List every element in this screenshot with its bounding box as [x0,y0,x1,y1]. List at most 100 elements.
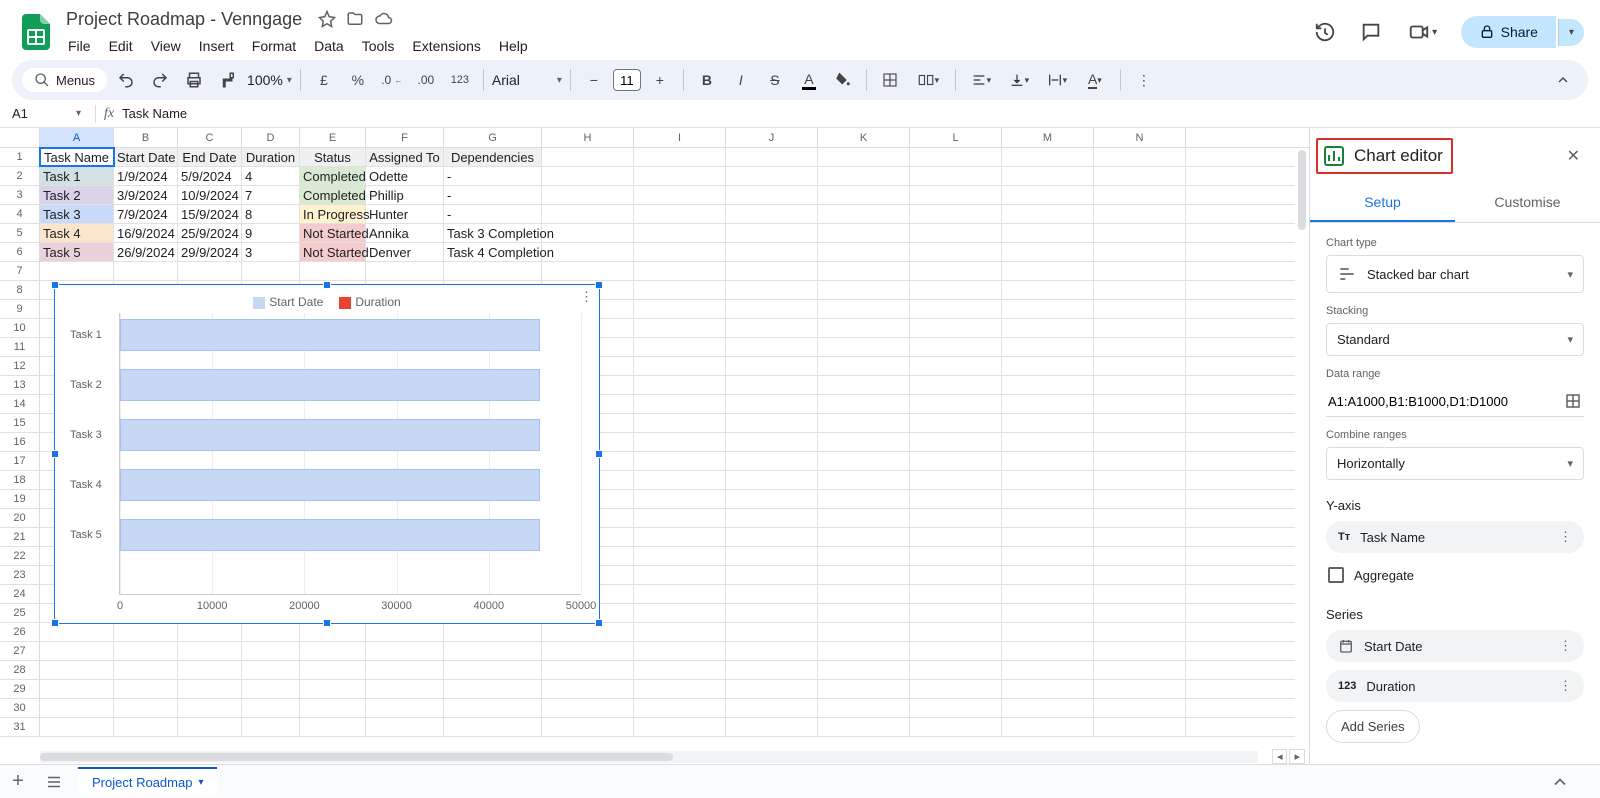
stacking-select[interactable]: Standard▾ [1326,323,1584,356]
name-box[interactable]: A1 [8,104,70,123]
formula-bar[interactable]: Task Name [122,106,187,121]
search-menus[interactable]: Menus [22,68,107,92]
cell-task[interactable]: Task 4 [40,224,114,242]
col-header[interactable]: A [40,128,114,147]
header-cell[interactable]: Assigned To [366,148,444,166]
menu-data[interactable]: Data [306,34,352,58]
yaxis-more-icon[interactable]: ⋮ [1559,529,1572,545]
col-header[interactable]: D [242,128,300,147]
more-formats-button[interactable]: 123 [445,66,475,94]
sheets-logo[interactable] [16,12,56,52]
row-header[interactable]: 11 [0,338,40,356]
increase-font-button[interactable]: + [645,66,675,94]
row-header[interactable]: 15 [0,414,40,432]
row-header[interactable]: 30 [0,699,40,717]
text-color-button[interactable]: A [794,66,824,94]
bold-button[interactable]: B [692,66,722,94]
row-header[interactable]: 27 [0,642,40,660]
row-header[interactable]: 12 [0,357,40,375]
row-header[interactable]: 14 [0,395,40,413]
merge-button[interactable]: ▾ [909,66,947,94]
header-cell[interactable]: Start Date [114,148,178,166]
all-sheets-button[interactable] [36,773,72,791]
cloud-status-icon[interactable] [374,10,394,28]
menu-edit[interactable]: Edit [101,34,141,58]
paint-format-button[interactable] [213,66,243,94]
cell-task[interactable]: Task 1 [40,167,114,185]
collapse-toolbar-icon[interactable] [1548,66,1578,94]
decrease-font-button[interactable]: − [579,66,609,94]
row-header[interactable]: 2 [0,167,40,185]
row-header[interactable]: 9 [0,300,40,318]
row-header[interactable]: 26 [0,623,40,641]
close-sidebar-icon[interactable]: ✕ [1561,140,1586,172]
row-header[interactable]: 23 [0,566,40,584]
namebox-dropdown[interactable]: ▾ [70,108,87,119]
tab-setup[interactable]: Setup [1310,184,1455,222]
header-cell[interactable]: Duration [242,148,300,166]
sheet-tab[interactable]: Project Roadmap▾ [78,767,217,796]
history-icon[interactable] [1311,18,1339,46]
chart-object[interactable]: ⋮ Start Date Duration 010000200003000040… [54,284,600,624]
italic-button[interactable]: I [726,66,756,94]
halign-button[interactable]: ▾ [964,66,998,94]
data-range-input[interactable] [1328,394,1556,409]
horizontal-scrollbar[interactable] [40,751,1258,763]
tab-customise[interactable]: Customise [1455,184,1600,222]
col-header[interactable]: L [910,128,1002,147]
col-header[interactable]: I [634,128,726,147]
header-cell[interactable]: Status [300,148,366,166]
undo-button[interactable] [111,66,141,94]
col-header[interactable]: K [818,128,910,147]
explore-button[interactable] [1550,772,1570,792]
header-cell[interactable]: End Date [178,148,242,166]
add-series-button[interactable]: Add Series [1326,710,1420,743]
row-header[interactable]: 8 [0,281,40,299]
percent-button[interactable]: % [343,66,373,94]
row-header[interactable]: 10 [0,319,40,337]
col-header[interactable]: C [178,128,242,147]
row-header[interactable]: 28 [0,661,40,679]
doc-title[interactable]: Project Roadmap - Venngage [60,7,308,32]
header-cell[interactable]: Task Name [40,148,114,166]
row-header[interactable]: 20 [0,509,40,527]
row-header[interactable]: 18 [0,471,40,489]
row-header[interactable]: 17 [0,452,40,470]
rotate-button[interactable]: A▾ [1078,66,1112,94]
increase-decimal-button[interactable]: .00 [411,66,441,94]
row-header[interactable]: 3 [0,186,40,204]
print-button[interactable] [179,66,209,94]
menu-help[interactable]: Help [491,34,536,58]
cell-task[interactable]: Task 3 [40,205,114,223]
row-header[interactable]: 1 [0,148,40,166]
star-icon[interactable] [318,10,336,28]
series-chip-start[interactable]: Start Date ⋮ [1326,630,1584,662]
col-header[interactable]: H [542,128,634,147]
row-header[interactable]: 6 [0,243,40,261]
menu-file[interactable]: File [60,34,99,58]
aggregate-checkbox[interactable]: Aggregate [1326,561,1584,589]
col-header[interactable]: J [726,128,818,147]
chart-type-select[interactable]: Stacked bar chart▾ [1326,255,1584,293]
menu-extensions[interactable]: Extensions [404,34,488,58]
select-range-icon[interactable] [1564,392,1582,410]
move-icon[interactable] [346,10,364,28]
row-header[interactable]: 5 [0,224,40,242]
decrease-decimal-button[interactable]: .0 ← [377,66,407,94]
redo-button[interactable] [145,66,175,94]
col-header[interactable]: B [114,128,178,147]
row-header[interactable]: 13 [0,376,40,394]
row-header[interactable]: 7 [0,262,40,280]
row-header[interactable]: 29 [0,680,40,698]
col-header[interactable]: G [444,128,542,147]
row-header[interactable]: 24 [0,585,40,603]
col-header[interactable]: M [1002,128,1094,147]
col-header[interactable]: F [366,128,444,147]
row-header[interactable]: 21 [0,528,40,546]
strike-button[interactable]: S [760,66,790,94]
row-header[interactable]: 4 [0,205,40,223]
hscroll-nav[interactable]: ◂▸ [1272,749,1309,764]
series-chip-duration[interactable]: 123 Duration ⋮ [1326,670,1584,702]
add-sheet-button[interactable]: + [0,770,36,793]
font-size-input[interactable] [613,69,641,91]
